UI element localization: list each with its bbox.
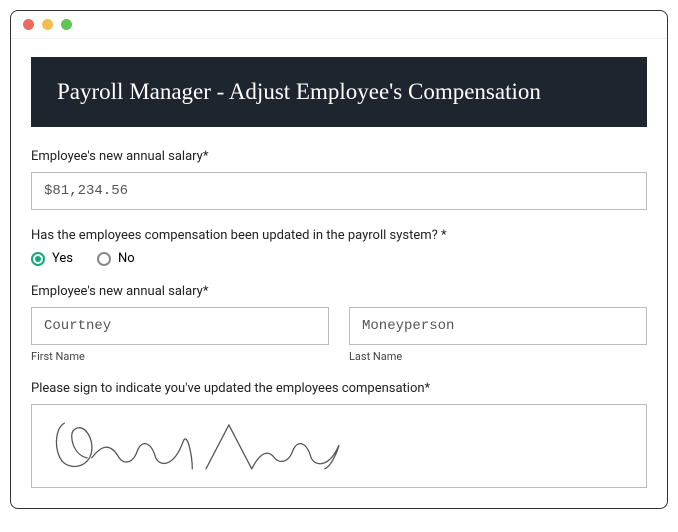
- radio-no[interactable]: No: [97, 251, 135, 266]
- last-name-input[interactable]: [349, 307, 647, 345]
- last-name-sublabel: Last Name: [349, 350, 647, 363]
- first-name-col: First Name: [31, 307, 329, 363]
- salary-input[interactable]: [31, 172, 647, 210]
- signature-icon: [46, 414, 375, 478]
- window-titlebar: [11, 11, 667, 39]
- minimize-icon[interactable]: [42, 19, 53, 30]
- salary-field-group: Employee's new annual salary*: [31, 149, 647, 210]
- radio-row: Yes No: [31, 251, 647, 266]
- radio-unselected-icon: [97, 252, 111, 266]
- radio-yes[interactable]: Yes: [31, 251, 73, 266]
- name-field-group: Employee's new annual salary* First Name…: [31, 284, 647, 363]
- updated-question-group: Has the employees compensation been upda…: [31, 228, 647, 266]
- page-title: Payroll Manager - Adjust Employee's Comp…: [31, 57, 647, 127]
- signature-label: Please sign to indicate you've updated t…: [31, 381, 647, 396]
- updated-question-label: Has the employees compensation been upda…: [31, 228, 647, 243]
- salary-label: Employee's new annual salary*: [31, 149, 647, 164]
- signature-input[interactable]: [31, 404, 647, 488]
- last-name-col: Last Name: [349, 307, 647, 363]
- first-name-sublabel: First Name: [31, 350, 329, 363]
- maximize-icon[interactable]: [61, 19, 72, 30]
- close-icon[interactable]: [23, 19, 34, 30]
- form-content: Payroll Manager - Adjust Employee's Comp…: [11, 39, 667, 508]
- name-section-label: Employee's new annual salary*: [31, 284, 647, 299]
- name-row: First Name Last Name: [31, 307, 647, 363]
- page-title-text: Payroll Manager - Adjust Employee's Comp…: [57, 79, 541, 104]
- radio-no-label: No: [118, 251, 135, 266]
- signature-field-group: Please sign to indicate you've updated t…: [31, 381, 647, 488]
- app-window: Payroll Manager - Adjust Employee's Comp…: [10, 10, 668, 509]
- radio-selected-icon: [31, 252, 45, 266]
- radio-yes-label: Yes: [52, 251, 73, 266]
- first-name-input[interactable]: [31, 307, 329, 345]
